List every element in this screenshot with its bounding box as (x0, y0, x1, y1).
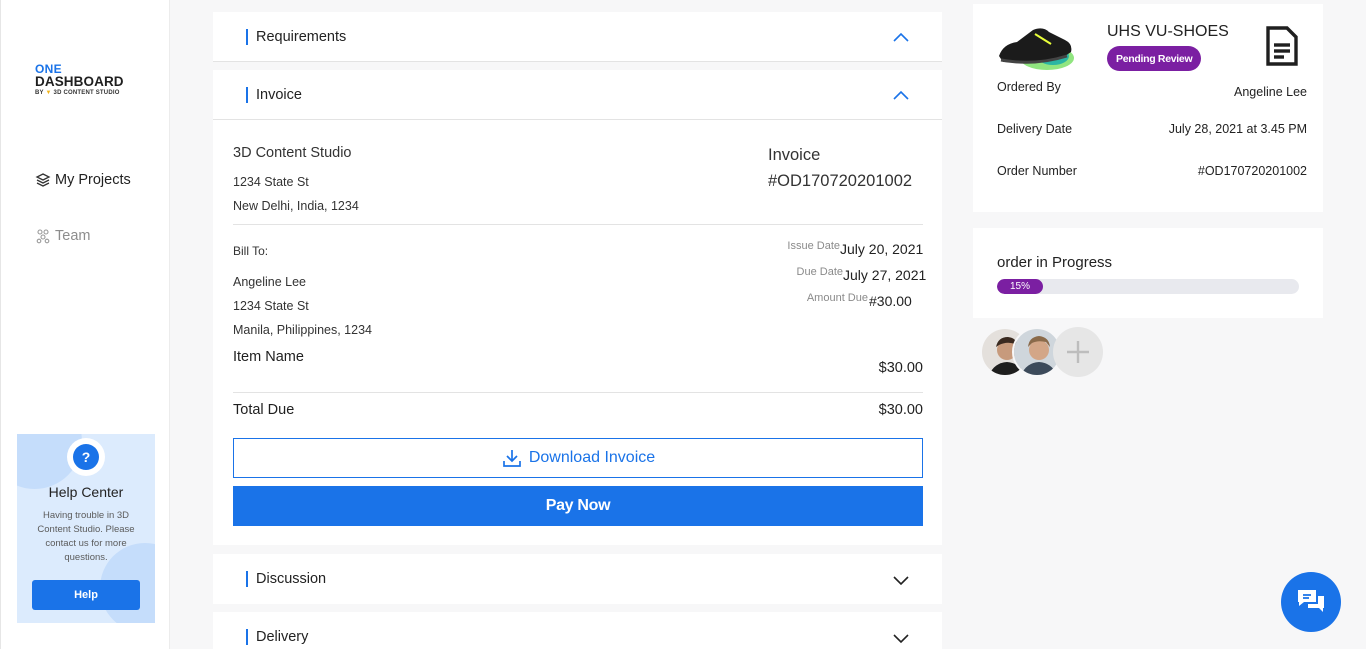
invoice-number: #OD170720201002 (768, 172, 913, 190)
progress-bar: 15% (997, 279, 1299, 294)
issue-date-value: July 20, 2021 (840, 241, 924, 257)
sidebar: ONE DASHBOARD BY ▼ 3D CONTENT STUDIO My … (0, 0, 170, 649)
delivery-date-label: Delivery Date (997, 122, 1073, 136)
layers-icon (35, 173, 51, 187)
section-accent-bar (246, 571, 248, 587)
delivery-section: Delivery (213, 612, 942, 649)
download-invoice-label: Download Invoice (528, 449, 656, 466)
help-title: Help Center (48, 484, 124, 500)
amount-due-value: #30.00 (869, 293, 912, 309)
progress-card: order in Progress 15% (973, 228, 1323, 318)
order-number-label: Order Number (997, 164, 1077, 178)
chevron-up-icon[interactable] (892, 29, 910, 47)
divider (233, 392, 923, 393)
issue-date-label: Issue Date (787, 240, 840, 252)
due-date-value: July 27, 2021 (843, 267, 927, 283)
discussion-section: Discussion (213, 554, 942, 604)
app-logo[interactable]: ONE DASHBOARD BY ▼ 3D CONTENT STUDIO (35, 63, 124, 96)
invoice-header[interactable]: Invoice (213, 70, 942, 120)
ordered-by-label: Ordered By (997, 80, 1061, 94)
company-name: 3D Content Studio (233, 145, 352, 161)
company-address-2: New Delhi, India, 1234 (233, 199, 359, 213)
help-center-card: ? Help Center Having trouble in 3D Conte… (17, 434, 155, 623)
logo-byline: BY ▼ 3D CONTENT STUDIO (35, 89, 120, 96)
item-name-header: Item Name (233, 349, 304, 365)
order-number-value: #OD170720201002 (1197, 164, 1307, 178)
download-icon (502, 450, 521, 467)
plus-icon (1067, 341, 1089, 363)
total-due-label: Total Due (233, 402, 295, 418)
section-title: Discussion (256, 571, 327, 587)
help-text: Having trouble in 3D Content Studio. Ple… (37, 510, 135, 563)
total-due-value: $30.00 (878, 402, 923, 418)
team-icon (36, 229, 50, 244)
nav-item-label: My Projects (55, 172, 131, 188)
due-date-label: Due Date (796, 266, 843, 278)
add-member-button[interactable] (1053, 327, 1103, 377)
requirements-section: Requirements (213, 12, 942, 62)
product-image (999, 28, 1074, 70)
section-accent-bar (246, 87, 248, 103)
chevron-up-icon[interactable] (892, 87, 910, 105)
progress-title: order in Progress (997, 254, 1113, 271)
bill-to-address-2: Manila, Philippines, 1234 (233, 323, 372, 337)
question-icon: ? (67, 438, 105, 476)
chat-button[interactable] (1281, 572, 1341, 632)
bill-to-label: Bill To: (233, 244, 269, 258)
chat-icon (1298, 590, 1324, 612)
nav-item-label: Team (55, 228, 91, 244)
nav-item-my-projects[interactable]: My Projects (35, 172, 131, 188)
section-accent-bar (246, 29, 248, 45)
chevron-down-icon[interactable] (892, 629, 910, 647)
delivery-header[interactable]: Delivery (213, 612, 942, 649)
invoice-section: Invoice (213, 70, 942, 120)
ordered-by-value[interactable]: Angeline Lee (1234, 85, 1307, 99)
pay-now-button[interactable]: Pay Now (233, 486, 923, 526)
item-price: $30.00 (878, 360, 923, 376)
help-button[interactable]: Help (32, 580, 140, 610)
progress-fill: 15% (997, 279, 1043, 294)
delivery-date-value: July 28, 2021 at 3.45 PM (1168, 122, 1307, 136)
section-title: Invoice (256, 87, 302, 103)
chevron-down-icon[interactable] (892, 571, 910, 589)
section-accent-bar (246, 629, 248, 645)
company-address-1: 1234 State St (233, 175, 309, 189)
product-name: UHS VU-SHOES (1107, 23, 1229, 40)
bill-to-address-1: 1234 State St (233, 299, 309, 313)
requirements-header[interactable]: Requirements (213, 12, 942, 62)
order-summary-card: UHS VU-SHOES Pending Review Ordered By A… (973, 4, 1323, 212)
invoice-body: 3D Content Studio 1234 State St New Delh… (213, 120, 942, 545)
section-title: Requirements (256, 29, 347, 45)
status-badge: Pending Review (1107, 46, 1202, 71)
download-invoice-button[interactable]: Download Invoice (233, 438, 923, 478)
nav-item-team[interactable]: Team (35, 228, 90, 244)
document-icon[interactable] (1265, 25, 1299, 67)
invoice-label: Invoice (768, 146, 821, 164)
discussion-header[interactable]: Discussion (213, 554, 942, 604)
logo-line2: DASHBOARD (35, 74, 124, 89)
amount-due-label: Amount Due (806, 292, 868, 304)
divider (233, 224, 923, 225)
section-title: Delivery (256, 629, 309, 645)
bill-to-name: Angeline Lee (233, 275, 306, 289)
